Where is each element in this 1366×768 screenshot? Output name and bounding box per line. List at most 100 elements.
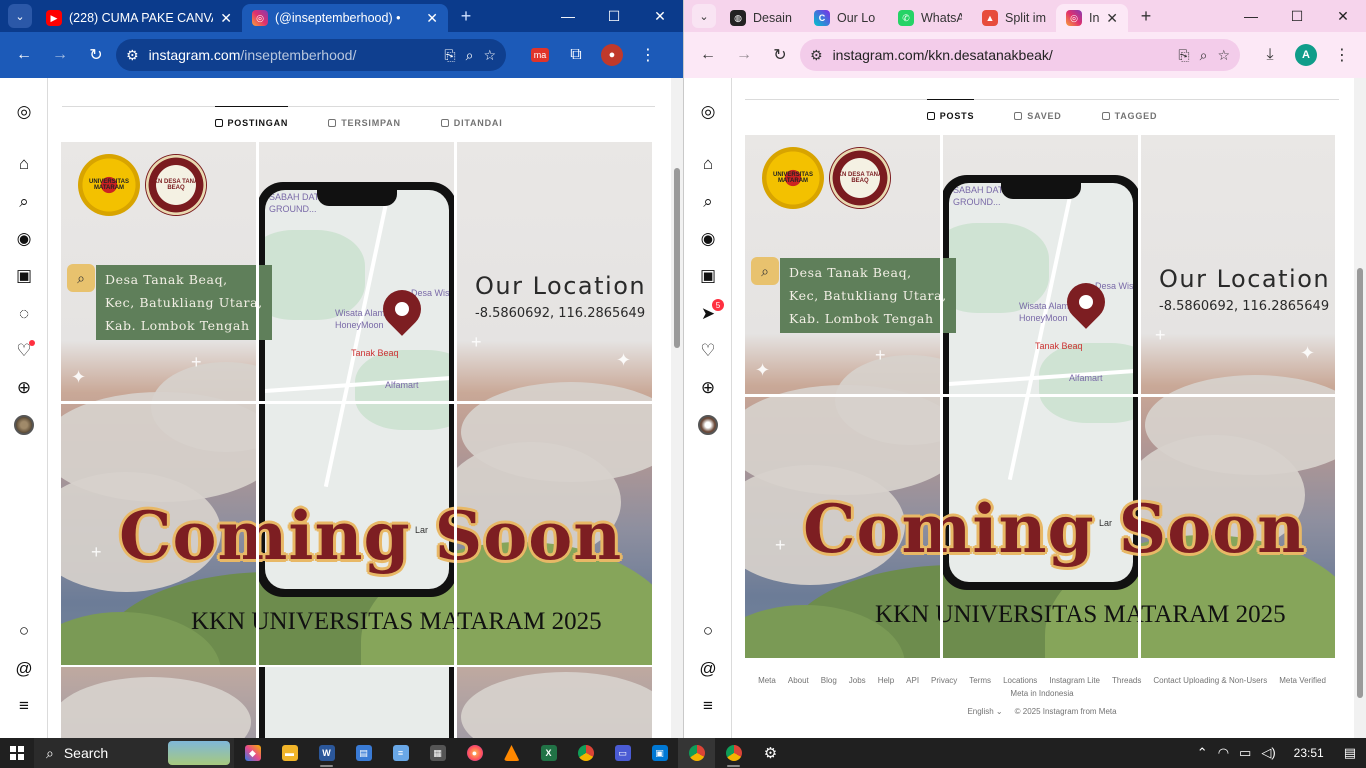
- chrome-active-icon[interactable]: [678, 738, 715, 768]
- battery-icon[interactable]: ▭: [1239, 745, 1251, 761]
- copilot-icon[interactable]: ◆: [234, 738, 271, 768]
- reels-icon[interactable]: ▣: [696, 264, 720, 288]
- footer-link[interactable]: Locations: [1003, 676, 1037, 685]
- address-bar[interactable]: ⚙ instagram.com/kkn.desatanakbeak/ ⎘ ⌕ ☆: [800, 39, 1240, 71]
- tab-search-button[interactable]: ⌄: [8, 4, 32, 28]
- footer-link[interactable]: API: [906, 676, 919, 685]
- notepad-icon[interactable]: ≡: [382, 738, 419, 768]
- news-icon[interactable]: ▤: [345, 738, 382, 768]
- chrome-icon[interactable]: [567, 738, 604, 768]
- search-icon[interactable]: ⌕: [696, 190, 720, 214]
- close-window-button[interactable]: ✕: [1320, 0, 1366, 32]
- extensions-puzzle-icon[interactable]: ⧉: [560, 39, 592, 71]
- calculator-icon[interactable]: ▦: [419, 738, 456, 768]
- footer-link[interactable]: Threads: [1112, 676, 1141, 685]
- page-scrollbar[interactable]: [1354, 78, 1366, 738]
- word-icon[interactable]: W: [308, 738, 345, 768]
- tab-saved[interactable]: SAVED: [1014, 99, 1061, 121]
- url-text[interactable]: instagram.com/inseptemberhood/: [149, 47, 435, 63]
- create-plus-icon[interactable]: ⊕: [12, 376, 36, 400]
- footer-link[interactable]: About: [788, 676, 809, 685]
- explore-compass-icon[interactable]: ◉: [696, 227, 720, 251]
- tab-whatsapp[interactable]: ✆ WhatsA: [888, 4, 972, 32]
- tab-instagram[interactable]: ◎ Ins ✕: [1056, 4, 1128, 32]
- explore-compass-icon[interactable]: ◉: [12, 227, 36, 251]
- clock[interactable]: 23:51: [1294, 746, 1324, 760]
- more-menu-icon[interactable]: ≡: [696, 694, 720, 718]
- footer-link[interactable]: Privacy: [931, 676, 957, 685]
- meta-ai-icon[interactable]: ○: [12, 619, 36, 643]
- tab-tagged[interactable]: TAGGED: [1101, 99, 1158, 121]
- back-button[interactable]: ←: [692, 39, 724, 71]
- tab-search-button[interactable]: ⌄: [692, 4, 716, 28]
- instagram-logo-icon[interactable]: ◎: [696, 100, 720, 124]
- footer-link[interactable]: Contact Uploading & Non-Users: [1153, 676, 1267, 685]
- instagram-logo-icon[interactable]: ◎: [12, 100, 36, 124]
- tab-canva-design[interactable]: ◍ Desain: [720, 4, 804, 32]
- scrollbar-thumb[interactable]: [1357, 268, 1363, 698]
- messages-icon[interactable]: ➤ 5: [696, 299, 724, 326]
- store-icon[interactable]: ▣: [641, 738, 678, 768]
- footer-link[interactable]: Meta in Indonesia: [1010, 689, 1073, 698]
- download-icon[interactable]: ⤓: [1254, 39, 1286, 71]
- profile-avatar[interactable]: A: [1290, 39, 1322, 71]
- messenger-icon[interactable]: ◌: [12, 302, 36, 326]
- footer-link[interactable]: Meta Verified: [1279, 676, 1326, 685]
- page-scrollbar[interactable]: [671, 78, 683, 738]
- meta-ai-icon[interactable]: ○: [696, 619, 720, 643]
- profile-avatar[interactable]: ●: [596, 39, 628, 71]
- post-grid-poster[interactable]: ✦ + + ✦ + UNIVERSITAS MATARAM KKN DESA T…: [61, 142, 652, 665]
- footer-link[interactable]: Blog: [821, 676, 837, 685]
- zoom-icon[interactable]: ⌕: [1200, 47, 1208, 64]
- new-tab-button[interactable]: +: [1132, 2, 1160, 30]
- bookmark-star-icon[interactable]: ☆: [1217, 47, 1230, 64]
- zoom-icon[interactable]: ⌕: [466, 47, 474, 64]
- wifi-icon[interactable]: ◠: [1218, 745, 1229, 761]
- home-icon[interactable]: ⌂: [12, 152, 36, 176]
- menu-kebab-icon[interactable]: ⋮: [1326, 39, 1358, 71]
- chevron-up-icon[interactable]: ⌃: [1197, 745, 1208, 761]
- tab-saved[interactable]: TERSIMPAN: [328, 106, 401, 128]
- volume-icon[interactable]: ◁): [1261, 745, 1275, 761]
- chrome-profile-icon[interactable]: [715, 738, 752, 768]
- scrollbar-thumb[interactable]: [674, 168, 680, 348]
- tab-instagram[interactable]: ◎ (@inseptemberhood) • ✕: [242, 4, 448, 32]
- url-text[interactable]: instagram.com/kkn.desatanakbeak/: [833, 47, 1169, 63]
- settings-gear-icon[interactable]: ⚙: [752, 738, 789, 768]
- menu-kebab-icon[interactable]: ⋮: [632, 39, 664, 71]
- install-app-icon[interactable]: ⎘: [444, 47, 455, 64]
- bookmark-star-icon[interactable]: ☆: [483, 47, 496, 64]
- site-info-icon[interactable]: ⚙: [126, 47, 139, 64]
- footer-link[interactable]: Jobs: [849, 676, 866, 685]
- tab-our-location[interactable]: C Our Lo: [804, 4, 888, 32]
- minimize-button[interactable]: —: [545, 0, 591, 32]
- search-icon[interactable]: ⌕: [12, 190, 36, 214]
- profile-icon[interactable]: [12, 413, 36, 437]
- home-icon[interactable]: ⌂: [696, 152, 720, 176]
- close-icon[interactable]: ✕: [426, 10, 438, 27]
- vlc-icon[interactable]: [493, 738, 530, 768]
- footer-link[interactable]: Meta: [758, 676, 776, 685]
- new-tab-button[interactable]: +: [452, 2, 480, 30]
- post-grid-poster[interactable]: ✦ + + ✦ + UNIVERSITAS MATARAM KKN DESA T…: [745, 135, 1335, 658]
- forward-button[interactable]: →: [728, 39, 760, 71]
- back-button[interactable]: ←: [8, 39, 40, 71]
- reload-button[interactable]: ↻: [80, 39, 112, 71]
- install-app-icon[interactable]: ⎘: [1178, 47, 1189, 64]
- site-info-icon[interactable]: ⚙: [810, 47, 823, 64]
- tab-split-image[interactable]: ▲ Split im: [972, 4, 1056, 32]
- close-icon[interactable]: ✕: [1106, 10, 1118, 27]
- firefox-icon[interactable]: ●: [456, 738, 493, 768]
- minimize-button[interactable]: —: [1228, 0, 1274, 32]
- profile-icon[interactable]: [696, 413, 720, 437]
- forward-button[interactable]: →: [44, 39, 76, 71]
- reload-button[interactable]: ↻: [764, 39, 796, 71]
- footer-link[interactable]: Help: [878, 676, 894, 685]
- threads-icon[interactable]: @: [12, 657, 36, 681]
- excel-icon[interactable]: X: [530, 738, 567, 768]
- start-button[interactable]: [0, 738, 34, 768]
- notifications-heart-icon[interactable]: ♡: [696, 339, 720, 363]
- tab-tagged[interactable]: DITANDAI: [440, 106, 503, 128]
- capture-icon[interactable]: ▭: [604, 738, 641, 768]
- taskbar-search[interactable]: ⌕ Search: [34, 738, 234, 768]
